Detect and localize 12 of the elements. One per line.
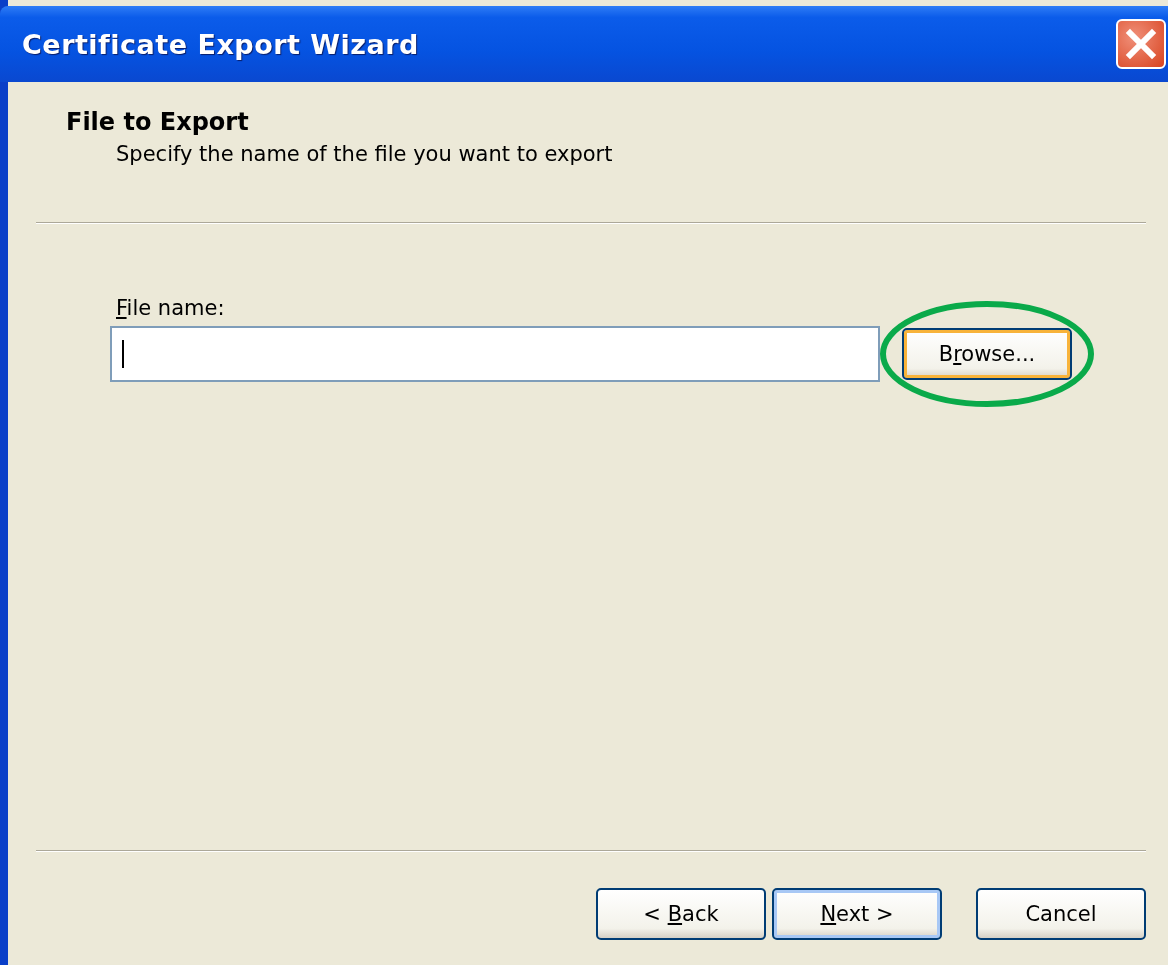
window-title: Certificate Export Wizard: [21, 28, 419, 60]
wizard-button[interactable]: Next >: [772, 888, 942, 940]
browse-button[interactable]: Browse...: [902, 328, 1072, 380]
file-name-field[interactable]: [110, 326, 880, 382]
wizard-button[interactable]: < Back: [596, 888, 766, 940]
wizard-button[interactable]: Cancel: [976, 888, 1146, 940]
field-label: File name:: [115, 296, 226, 320]
close-icon: [1125, 28, 1157, 60]
page-subtitle: Specify the name of the file you want to export: [115, 142, 614, 166]
page-title: File to Export: [66, 108, 250, 136]
close-button[interactable]: [1116, 19, 1166, 69]
text-cursor: [122, 340, 124, 368]
